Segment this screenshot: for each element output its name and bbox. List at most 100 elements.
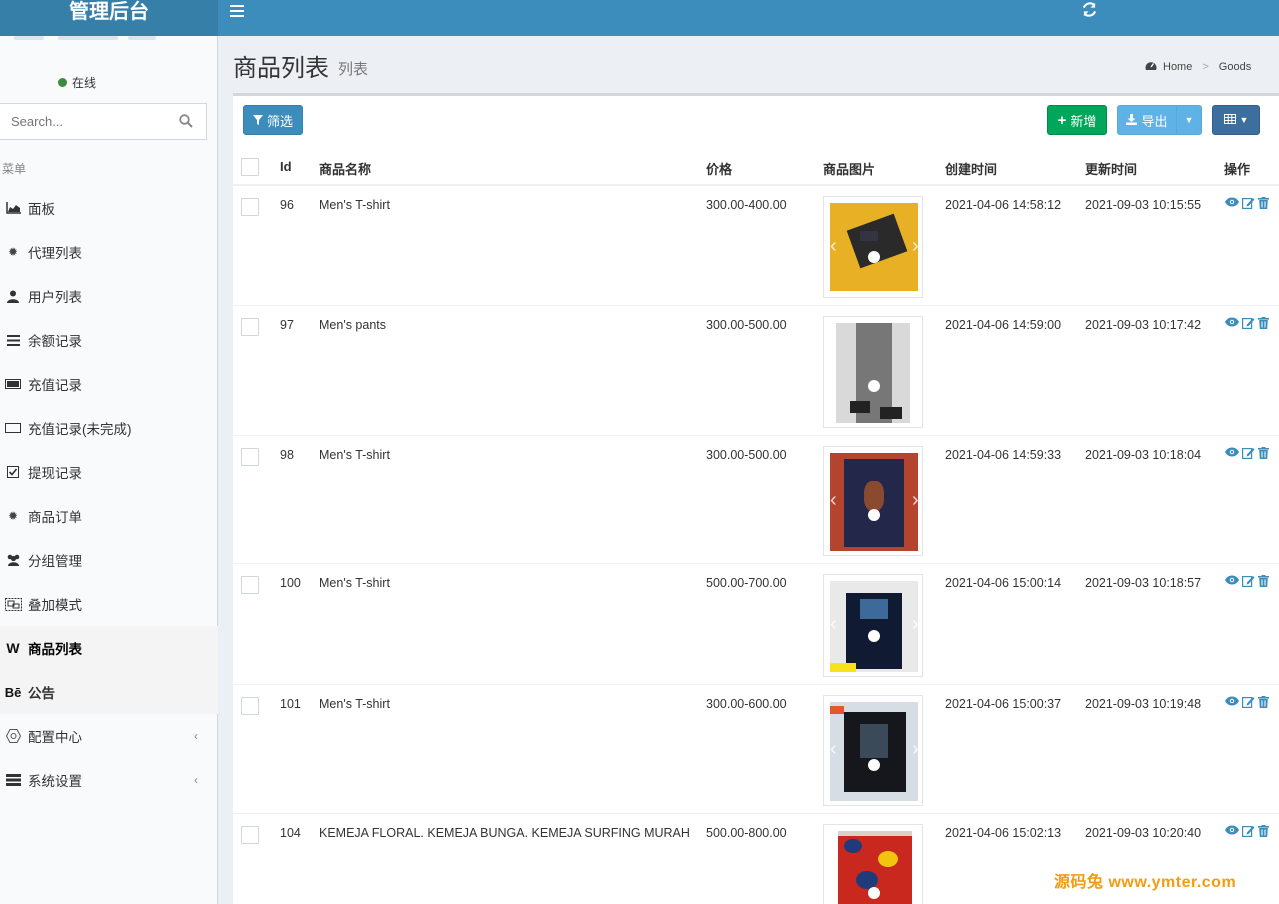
carousel-indicator-icon[interactable] bbox=[868, 509, 880, 521]
select-all-checkbox[interactable] bbox=[241, 158, 259, 176]
product-image[interactable]: ‹ › bbox=[823, 574, 923, 677]
product-image[interactable]: ‹ › bbox=[823, 824, 923, 904]
cell-updated: 2021-09-03 10:18:57 bbox=[1085, 576, 1202, 590]
caret-down-icon: ▼ bbox=[1239, 115, 1249, 125]
gear-icon: ✹ bbox=[7, 245, 19, 259]
carousel-indicator-icon[interactable] bbox=[868, 251, 880, 263]
chevron-right-icon[interactable]: › bbox=[912, 489, 919, 512]
sidebar-item-overlay[interactable]: 叠加模式 bbox=[0, 582, 218, 626]
cell-price: 500.00-800.00 bbox=[706, 826, 787, 840]
row-actions bbox=[1225, 447, 1269, 459]
chevron-right-icon[interactable]: › bbox=[912, 361, 919, 384]
chevron-left-icon[interactable]: ‹ bbox=[830, 867, 837, 890]
sidebar-item-recharge-pending[interactable]: 充值记录(未完成) bbox=[0, 406, 218, 450]
row-checkbox[interactable] bbox=[241, 826, 259, 844]
sidebar-item-recharge[interactable]: 充值记录 bbox=[0, 362, 218, 406]
cell-name: KEMEJA FLORAL. KEMEJA BUNGA. KEMEJA SURF… bbox=[319, 826, 690, 840]
top-header: 管理后台 bbox=[0, 0, 1279, 36]
chevron-left-icon[interactable]: ‹ bbox=[830, 613, 837, 636]
edit-icon[interactable] bbox=[1242, 197, 1255, 209]
chevron-left-icon[interactable]: ‹ bbox=[830, 361, 837, 384]
product-image[interactable]: ‹ › bbox=[823, 316, 923, 428]
sidebar-item-label: 充值记录 bbox=[28, 378, 82, 393]
carousel-indicator-icon[interactable] bbox=[868, 380, 880, 392]
sidebar-toggle-icon[interactable] bbox=[230, 3, 246, 20]
trash-icon[interactable] bbox=[1258, 447, 1269, 459]
behance-icon: Bē bbox=[4, 684, 22, 700]
search-icon[interactable] bbox=[179, 114, 193, 128]
sidebar-item-orders[interactable]: ✹ 商品订单 bbox=[0, 494, 218, 538]
chevron-left-icon[interactable]: ‹ bbox=[830, 489, 837, 512]
column-header-id[interactable]: Id bbox=[280, 159, 292, 174]
export-button[interactable]: 导出 bbox=[1117, 105, 1177, 135]
sidebar-item-dashboard[interactable]: 面板 bbox=[0, 186, 218, 230]
eye-icon[interactable] bbox=[1225, 825, 1239, 837]
eye-icon[interactable] bbox=[1225, 575, 1239, 587]
trash-icon[interactable] bbox=[1258, 825, 1269, 837]
product-image[interactable]: ‹ › bbox=[823, 196, 923, 298]
sidebar-item-users[interactable]: 用户列表 bbox=[0, 274, 218, 318]
product-image[interactable]: ‹ › bbox=[823, 695, 923, 806]
sidebar-item-agents[interactable]: ✹ 代理列表 bbox=[0, 230, 218, 274]
status-text: 在线 bbox=[72, 76, 97, 90]
refresh-icon[interactable] bbox=[1082, 2, 1097, 22]
chevron-right-icon[interactable]: › bbox=[912, 613, 919, 636]
chevron-right-icon[interactable]: › bbox=[912, 738, 919, 761]
eye-icon[interactable] bbox=[1225, 696, 1239, 708]
search-input[interactable] bbox=[0, 104, 169, 139]
edit-icon[interactable] bbox=[1242, 575, 1255, 587]
row-checkbox[interactable] bbox=[241, 198, 259, 216]
edit-icon[interactable] bbox=[1242, 447, 1255, 459]
column-header-price: 价格 bbox=[706, 162, 733, 177]
chevron-left-icon[interactable]: ‹ bbox=[830, 235, 837, 258]
trash-icon[interactable] bbox=[1258, 696, 1269, 708]
cell-created: 2021-04-06 14:59:00 bbox=[945, 318, 1062, 332]
export-dropdown-button[interactable]: ▼ bbox=[1176, 105, 1202, 135]
sidebar-item-withdraw[interactable]: 提现记录 bbox=[0, 450, 218, 494]
export-label: 导出 bbox=[1141, 113, 1168, 129]
page-title: 商品列表 bbox=[233, 55, 329, 82]
trash-icon[interactable] bbox=[1258, 575, 1269, 587]
product-image[interactable]: ‹ › bbox=[823, 446, 923, 556]
sidebar-item-system[interactable]: 系统设置 ‹ bbox=[0, 758, 218, 802]
trash-icon[interactable] bbox=[1258, 197, 1269, 209]
sidebar-item-label: 系统设置 bbox=[28, 774, 82, 789]
chevron-right-icon[interactable]: › bbox=[912, 867, 919, 890]
breadcrumb-home[interactable]: Home bbox=[1163, 61, 1192, 73]
columns-toggle-button[interactable]: ▼ bbox=[1212, 105, 1260, 135]
carousel-indicator-icon[interactable] bbox=[868, 759, 880, 771]
row-checkbox[interactable] bbox=[241, 448, 259, 466]
sidebar-item-groups[interactable]: 分组管理 bbox=[0, 538, 218, 582]
carousel-indicator-icon[interactable] bbox=[868, 887, 880, 899]
sidebar-item-balance[interactable]: 余额记录 bbox=[0, 318, 218, 362]
sidebar-item-goods[interactable]: W 商品列表 bbox=[0, 626, 218, 670]
row-checkbox[interactable] bbox=[241, 318, 259, 336]
carousel-indicator-icon[interactable] bbox=[868, 630, 880, 642]
row-checkbox[interactable] bbox=[241, 576, 259, 594]
add-button[interactable]: + 新增 bbox=[1047, 105, 1107, 135]
trash-icon[interactable] bbox=[1258, 317, 1269, 329]
cog-icon bbox=[4, 729, 22, 743]
wikipedia-icon: W bbox=[6, 640, 20, 656]
chevron-right-icon[interactable]: › bbox=[912, 235, 919, 258]
row-checkbox[interactable] bbox=[241, 697, 259, 715]
edit-icon[interactable] bbox=[1242, 825, 1255, 837]
sidebar-menu: 面板 ✹ 代理列表 用户列表 余额记录 充值记录 充值记录(未完成) 提现记录 … bbox=[0, 186, 218, 802]
eye-icon[interactable] bbox=[1225, 447, 1239, 459]
edit-icon[interactable] bbox=[1242, 696, 1255, 708]
eye-icon[interactable] bbox=[1225, 317, 1239, 329]
dashboard-icon bbox=[1145, 60, 1157, 74]
sidebar: 在线 菜单 面板 ✹ 代理列表 用户列表 余额记录 充值记录 充 bbox=[0, 36, 218, 904]
breadcrumb: Home > Goods bbox=[1145, 60, 1251, 74]
eye-icon[interactable] bbox=[1225, 197, 1239, 209]
edit-icon[interactable] bbox=[1242, 317, 1255, 329]
list-icon bbox=[4, 333, 22, 347]
chevron-left-icon[interactable]: ‹ bbox=[830, 738, 837, 761]
gear-icon: ✹ bbox=[7, 509, 19, 523]
sidebar-item-notice[interactable]: Bē 公告 bbox=[0, 670, 218, 714]
filter-label: 筛选 bbox=[266, 113, 293, 129]
cell-price: 300.00-500.00 bbox=[706, 318, 787, 332]
brand-logo[interactable]: 管理后台 bbox=[0, 0, 218, 36]
filter-button[interactable]: 筛选 bbox=[243, 105, 303, 135]
sidebar-item-config[interactable]: 配置中心 ‹ bbox=[0, 714, 218, 758]
